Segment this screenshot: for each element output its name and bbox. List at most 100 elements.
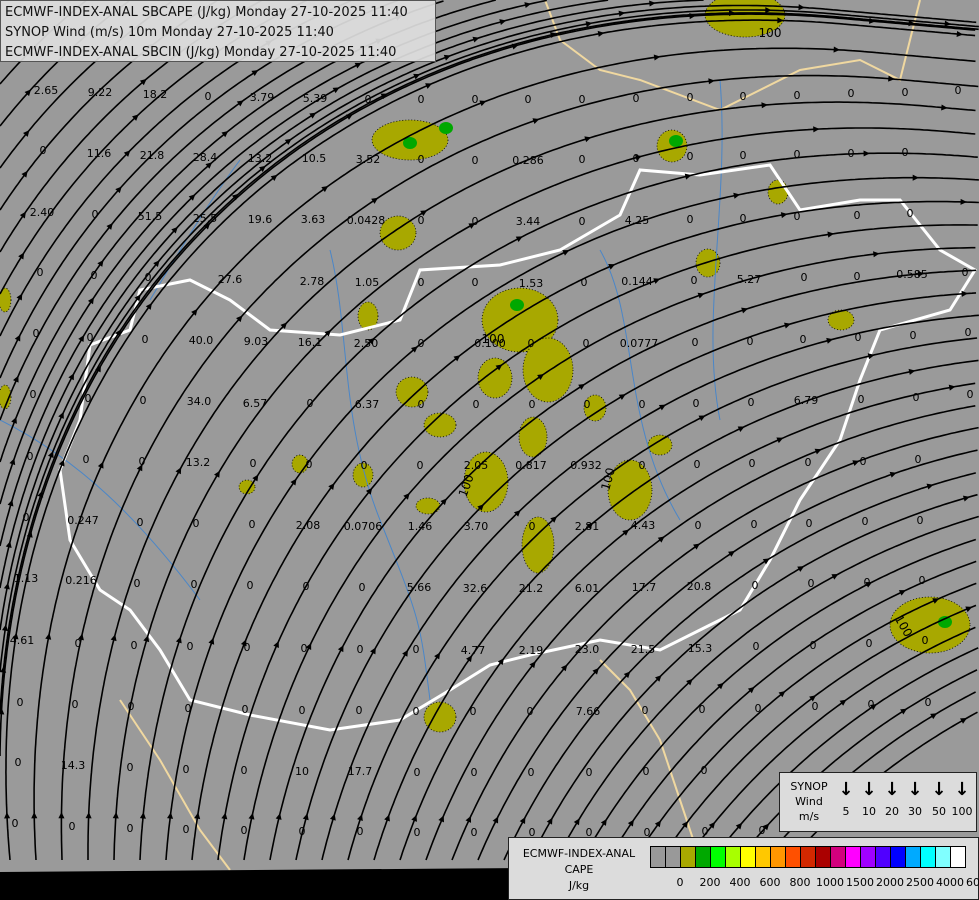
streamline-arrow-icon [19, 211, 26, 219]
station-value: 2.50 [354, 337, 379, 350]
station-value: 0 [472, 154, 479, 167]
station-value: 0 [687, 213, 694, 226]
streamline-arrow-icon [597, 30, 605, 37]
station-value: 0 [414, 826, 421, 839]
color-scale-tick: 4000 [936, 876, 964, 889]
color-scale-tick: 400 [729, 876, 751, 889]
station-value: 0 [858, 393, 865, 406]
station-value: 0 [701, 764, 708, 777]
station-value: 0 [752, 579, 759, 592]
color-swatch [681, 847, 696, 867]
streamline-arrow-icon [960, 198, 967, 205]
station-value: 0 [72, 698, 79, 711]
streamline-arrow-icon [31, 812, 38, 819]
station-value: 0 [967, 388, 974, 401]
station-value: 0 [695, 519, 702, 532]
station-value: 0 [755, 702, 762, 715]
wind-legend-entry: ↓ 30 [903, 779, 927, 818]
color-scale-tick: 6000 [966, 876, 979, 889]
station-value: 16.1 [298, 336, 323, 349]
contour-label: 100 [482, 332, 505, 346]
station-value: 0 [471, 766, 478, 779]
wind-streamlines [0, 0, 979, 861]
wind-legend-label: SYNOP [790, 780, 828, 793]
station-value: 0 [303, 580, 310, 593]
station-value: 0 [747, 335, 754, 348]
color-swatch [756, 847, 771, 867]
station-value: 0 [751, 518, 758, 531]
streamline-arrow-icon [58, 812, 65, 819]
station-value: 0 [418, 337, 425, 350]
station-value: 0 [915, 453, 922, 466]
weather-map[interactable]: 2.65 9.22 18.2 0 3.79 5.39 0 0 0 0 0 0 0 0 0 0 0 0 11.6 21.… [0, 0, 979, 900]
station-value: 21.5 [631, 643, 656, 656]
streamline-arrow-icon [912, 174, 919, 181]
station-value: 3.52 [356, 153, 381, 166]
station-value: 0 [907, 207, 914, 220]
streamline-arrow-icon [948, 384, 956, 391]
color-swatch [936, 847, 951, 867]
station-value: 6.01 [575, 582, 600, 595]
station-value: 0 [418, 93, 425, 106]
station-value: 0 [83, 453, 90, 466]
station-value: 0 [37, 266, 44, 279]
cape-legend-label: CAPE [564, 863, 594, 876]
streamline-arrow-icon [5, 541, 12, 548]
color-swatch [951, 847, 965, 867]
station-value: 0 [525, 93, 532, 106]
wind-legend-entry: ↓ 50 [927, 779, 951, 818]
station-value: 14.3 [61, 759, 86, 772]
station-value: 0 [583, 337, 590, 350]
station-value: 0 [137, 516, 144, 529]
station-value: 0 [855, 331, 862, 344]
station-value: 0 [127, 761, 134, 774]
station-value: 0 [902, 86, 909, 99]
station-value: 0 [357, 643, 364, 656]
station-value: 0 [917, 514, 924, 527]
color-swatch [801, 847, 816, 867]
streamline-arrow-icon [3, 582, 10, 590]
station-value: 0 [27, 450, 34, 463]
station-value: 3.44 [516, 215, 541, 228]
station-value: 34.0 [187, 395, 212, 408]
station-value: 0 [413, 705, 420, 718]
station-value: 18.2 [143, 88, 168, 101]
station-value: 0 [75, 637, 82, 650]
station-value: 0 [528, 337, 535, 350]
streamline-arrow-icon [9, 458, 16, 466]
streamline-arrow-icon [649, 0, 656, 7]
streamline-arrow-icon [112, 812, 119, 819]
station-value: 0 [241, 824, 248, 837]
station-value: 0 [183, 763, 190, 776]
station-value: 2.08 [296, 519, 321, 532]
arrow-down-icon: ↓ [907, 779, 923, 800]
streamline [0, 0, 444, 421]
station-value: 13.2 [186, 456, 211, 469]
station-value: 0.932 [570, 459, 602, 472]
station-value: 0 [579, 153, 586, 166]
streamline-arrow-icon [863, 150, 870, 157]
cape-area-high [938, 616, 952, 628]
station-value: 6.37 [355, 398, 380, 411]
station-value: 5.66 [407, 581, 432, 594]
color-scale-tick: 800 [789, 876, 811, 889]
station-value: 0 [131, 639, 138, 652]
color-scale-tick: 1000 [816, 876, 844, 889]
station-value: 10 [295, 765, 309, 778]
station-value: 0 [414, 766, 421, 779]
wind-legend-entry: ↓ 100 [951, 779, 973, 818]
streamline-arrow-icon [941, 104, 948, 111]
station-value: 0 [134, 577, 141, 590]
station-value: 0 [529, 520, 536, 533]
station-value: 0 [740, 212, 747, 225]
station-value: 17.7 [348, 765, 373, 778]
station-value: 1.46 [408, 520, 433, 533]
station-value: 19.6 [248, 213, 273, 226]
station-value: 0 [40, 144, 47, 157]
station-value: 0 [584, 398, 591, 411]
station-value: 0 [361, 459, 368, 472]
station-value: 0 [242, 703, 249, 716]
station-value: 0.144 [621, 275, 653, 288]
station-value: 17.7 [632, 581, 657, 594]
streamline [113, 127, 976, 861]
